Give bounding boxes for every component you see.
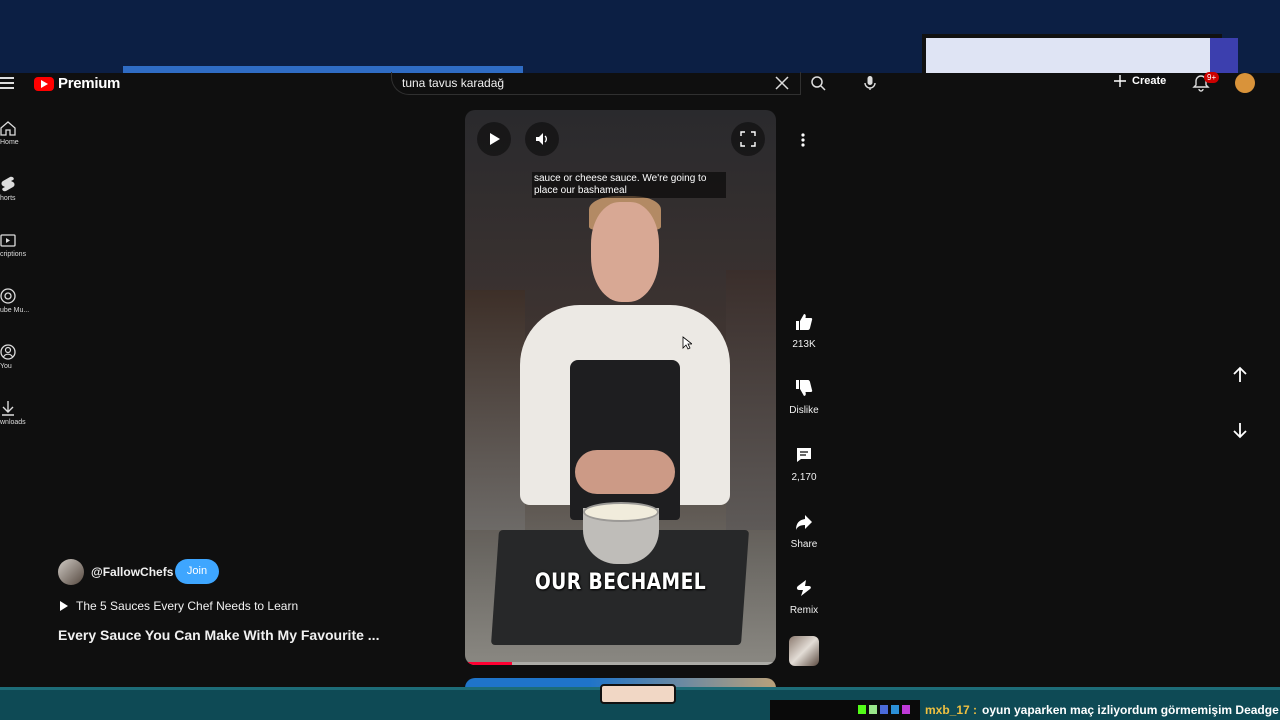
arrow-down-icon[interactable] xyxy=(1230,420,1250,440)
chat-username: mxb_17 : xyxy=(925,703,978,717)
video-hands xyxy=(575,450,675,494)
sidebar-item-home[interactable]: Home xyxy=(0,120,40,146)
channel-avatar[interactable] xyxy=(58,559,84,585)
mod-badge-icon xyxy=(880,705,888,714)
notification-badge: 9+ xyxy=(1204,72,1220,83)
home-icon xyxy=(0,121,16,136)
more-options-icon[interactable] xyxy=(797,130,809,150)
arrow-up-icon[interactable] xyxy=(1230,365,1250,385)
video-progress-fill xyxy=(465,662,512,665)
create-button[interactable]: Create xyxy=(1114,75,1166,87)
logo-text: Premium xyxy=(58,75,121,92)
like-button[interactable]: 213K xyxy=(784,313,824,350)
channel-handle[interactable]: @FallowChefs xyxy=(91,565,173,579)
video-caption: sauce or cheese sauce. We're going to pl… xyxy=(532,172,726,198)
sidebar-item-label: ube Mu... xyxy=(0,307,30,314)
share-button[interactable]: Share xyxy=(784,513,824,550)
sidebar-item-label: You xyxy=(0,363,12,370)
volume-button[interactable] xyxy=(525,122,559,156)
video-kitchen-right xyxy=(726,270,776,530)
mouse-cursor-icon xyxy=(682,336,692,350)
music-icon xyxy=(0,288,16,304)
overlay-hand-sprite xyxy=(600,684,676,704)
sidebar-item-label: wnloads xyxy=(0,419,26,426)
share-icon xyxy=(796,515,812,530)
dislike-label: Dislike xyxy=(789,405,819,416)
you-icon xyxy=(0,344,16,360)
thumbs-down-icon xyxy=(796,380,813,396)
video-chef-head xyxy=(591,202,659,302)
sidebar-item-subscriptions[interactable]: criptions xyxy=(0,232,40,258)
remix-label: Remix xyxy=(789,605,819,616)
question-badge-icon xyxy=(902,705,910,714)
chat-badges xyxy=(858,705,910,714)
create-label: Create xyxy=(1132,75,1167,87)
sidebar-item-music[interactable]: ube Mu... xyxy=(0,288,40,314)
thumbs-up-icon xyxy=(796,314,813,330)
comments-button[interactable]: 2,170 xyxy=(784,446,824,483)
video-kitchen-left xyxy=(465,290,525,530)
sidebar-item-label: Home xyxy=(0,139,19,146)
search-icon[interactable] xyxy=(810,75,826,91)
verified-badge-icon xyxy=(891,705,899,714)
sidebar-item-shorts[interactable]: horts xyxy=(0,176,40,202)
sidebar-item-label: horts xyxy=(0,195,16,202)
search-query: tuna tavus karadağ xyxy=(402,76,505,90)
remix-icon xyxy=(796,580,811,596)
comment-icon xyxy=(797,448,811,462)
downloads-icon xyxy=(2,401,14,416)
join-button[interactable]: Join xyxy=(175,559,219,584)
sidebar-item-you[interactable]: You xyxy=(0,344,40,370)
stream-overlay-panel xyxy=(922,34,1222,73)
share-label: Share xyxy=(790,539,818,550)
sidebar-item-label: criptions xyxy=(0,251,27,258)
plus-icon xyxy=(1114,75,1126,87)
playlist-title: The 5 Sauces Every Chef Needs to Learn xyxy=(76,599,299,613)
video-title-overlay: OUR BECHAMEL xyxy=(534,570,707,595)
subscriptions-icon xyxy=(0,234,16,247)
channel-thumbnail[interactable] xyxy=(789,636,819,666)
play-icon xyxy=(490,133,500,145)
avatar[interactable] xyxy=(1235,73,1255,93)
video-progress-bar[interactable] xyxy=(465,662,776,665)
microphone-icon[interactable] xyxy=(862,75,878,91)
fullscreen-button[interactable] xyxy=(731,122,765,156)
video-title[interactable]: Every Sauce You Can Make With My Favouri… xyxy=(58,627,379,643)
youtube-premium-logo[interactable]: Premium xyxy=(34,75,120,92)
comment-count: 2,170 xyxy=(791,472,817,483)
playlist-link[interactable]: The 5 Sauces Every Chef Needs to Learn xyxy=(60,599,298,613)
sidebar-item-downloads[interactable]: wnloads xyxy=(0,400,40,426)
fullscreen-icon xyxy=(740,131,756,147)
like-count: 213K xyxy=(792,339,816,350)
video-player[interactable]: sauce or cheese sauce. We're going to pl… xyxy=(465,110,776,665)
video-apron xyxy=(570,360,680,520)
play-small-icon xyxy=(60,601,68,611)
kick-badge-icon xyxy=(858,705,866,714)
dislike-button[interactable]: Dislike xyxy=(784,379,824,416)
sub-badge-icon xyxy=(869,705,877,714)
remix-button[interactable]: Remix xyxy=(784,579,824,616)
stream-overlay-accent xyxy=(1210,38,1238,73)
youtube-icon xyxy=(34,76,54,91)
shorts-icon xyxy=(1,176,15,192)
volume-icon xyxy=(536,133,547,145)
close-icon[interactable] xyxy=(774,75,790,91)
chat-message: oyun yaparken maç izliyordum görmemişim … xyxy=(982,703,1279,717)
play-button[interactable] xyxy=(477,122,511,156)
video-pot-sauce xyxy=(583,502,659,522)
menu-icon[interactable] xyxy=(0,77,14,89)
